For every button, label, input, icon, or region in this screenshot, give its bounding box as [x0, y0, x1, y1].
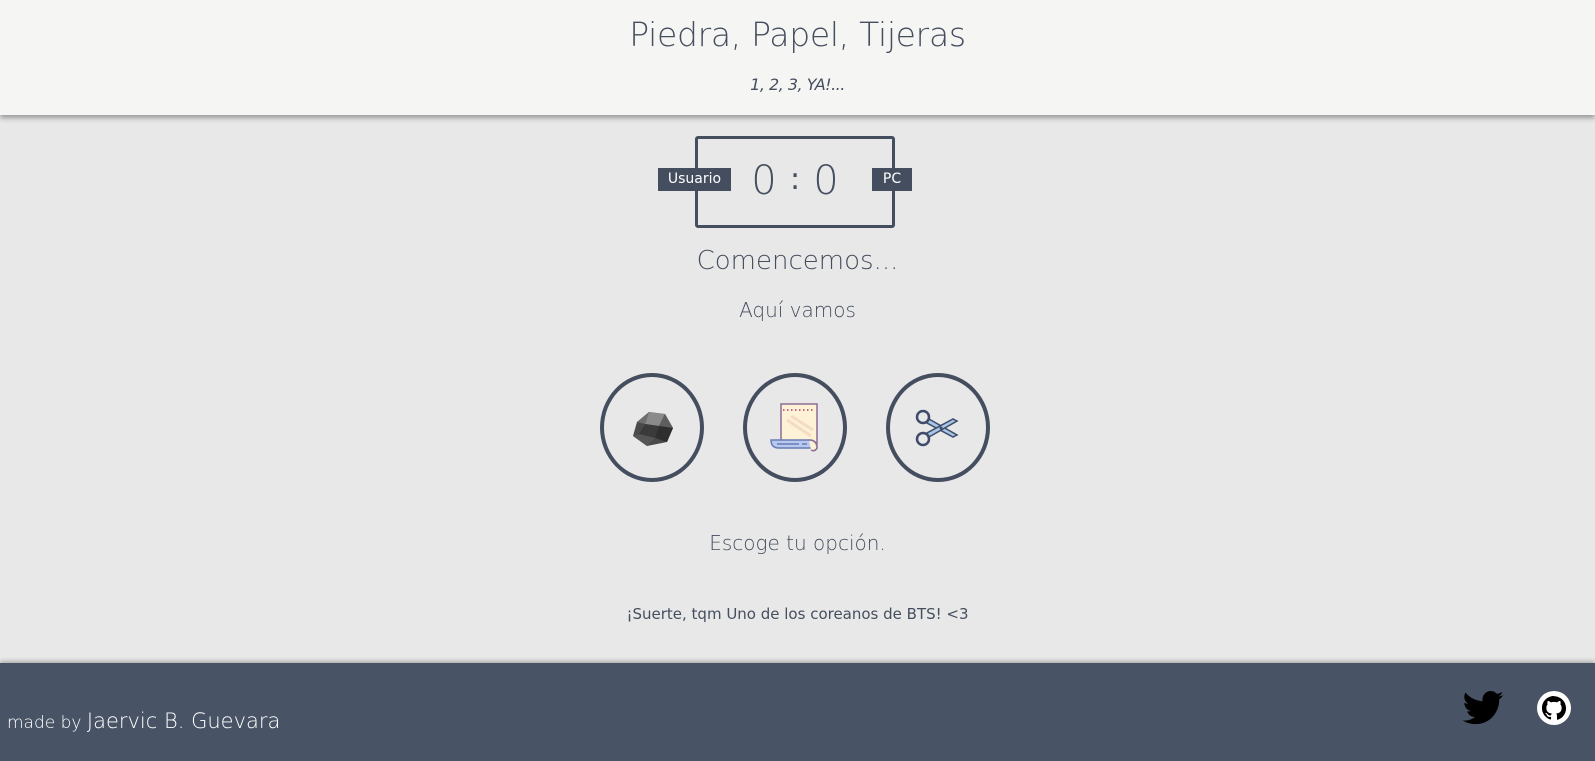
made-by-label: made by — [7, 713, 82, 733]
page-footer: made by Jaervic B. Guevara — [0, 663, 1595, 761]
pc-score-label: PC — [872, 168, 912, 191]
score-separator: : — [789, 162, 801, 197]
user-score: 0 — [751, 158, 777, 204]
dedication-message: ¡Suerte, tqm Uno de los coreanos de BTS!… — [626, 605, 969, 623]
author-name: Jaervic B. Guevara — [86, 709, 281, 733]
choice-prompt: Escoge tu opción. — [709, 531, 886, 555]
page-subtitle: 1, 2, 3, YA!... — [750, 75, 845, 94]
paper-button[interactable] — [743, 373, 847, 482]
twitter-link[interactable] — [1462, 691, 1504, 729]
page-header: Piedra, Papel, Tijeras 1, 2, 3, YA!... — [0, 0, 1595, 115]
pc-score: 0 — [813, 158, 839, 204]
rock-icon — [633, 411, 673, 446]
round-detail: Aquí vamos — [739, 298, 856, 322]
rock-button[interactable] — [600, 373, 704, 482]
github-link[interactable] — [1537, 691, 1571, 729]
github-icon — [1537, 691, 1571, 725]
paper-icon — [770, 402, 818, 451]
round-result: Comencemos... — [696, 246, 899, 276]
credits: made by Jaervic B. Guevara — [7, 709, 280, 733]
page-title: Piedra, Papel, Tijeras — [629, 15, 966, 54]
scissors-icon — [915, 409, 959, 446]
scissors-button[interactable] — [886, 373, 990, 482]
user-score-label: Usuario — [658, 168, 731, 191]
twitter-icon — [1462, 691, 1504, 725]
